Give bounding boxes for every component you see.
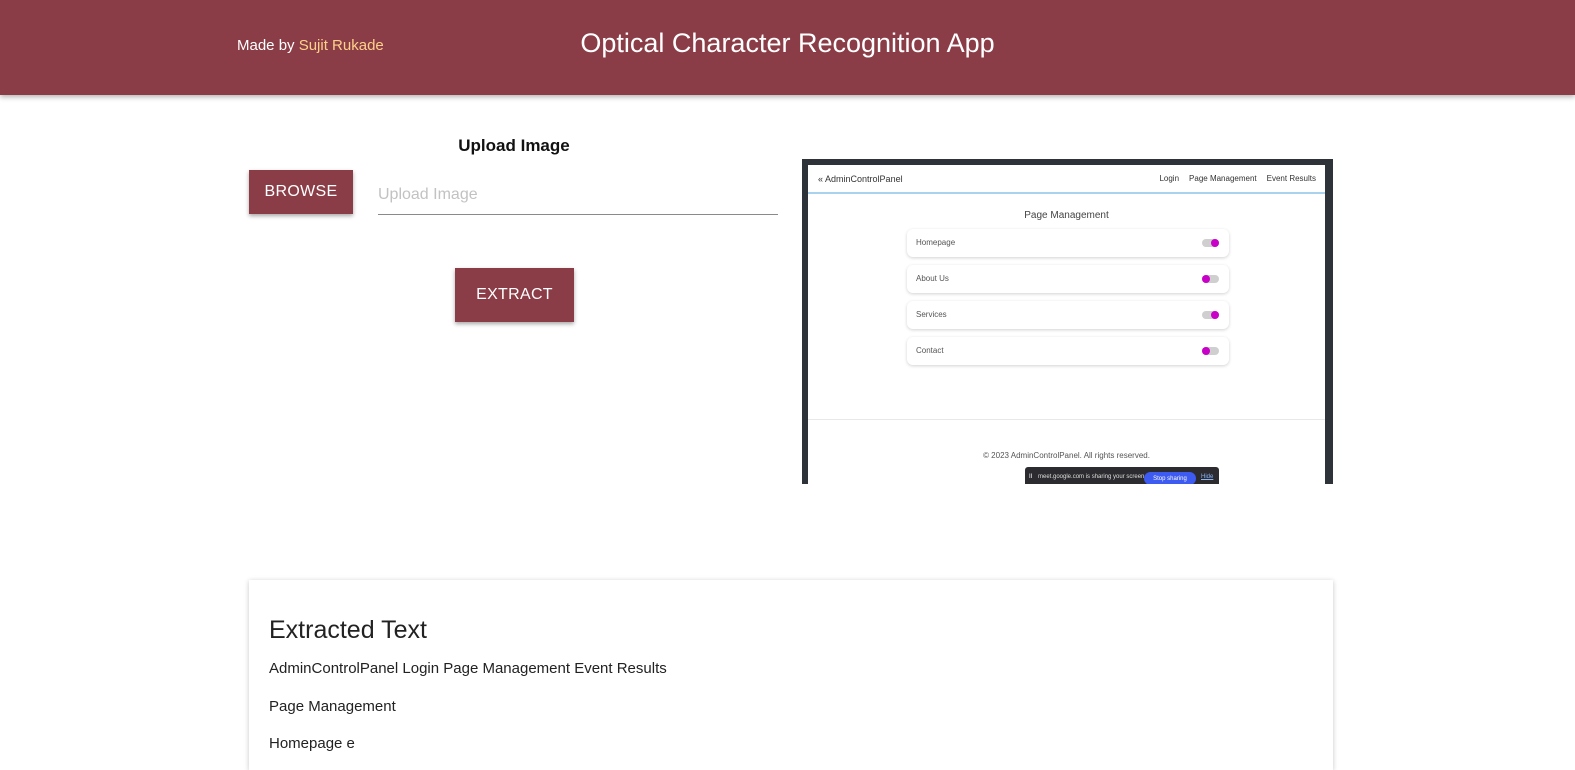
preview-toggle [1202,347,1219,355]
extracted-text-title: Extracted Text [269,616,427,644]
preview-brand: « AdminControlPanel [818,174,903,184]
preview-card-label: Homepage [916,238,956,247]
toggle-knob [1202,275,1210,283]
preview-screenshot: « AdminControlPanel Login Page Managemen… [808,165,1325,484]
extract-button[interactable]: EXTRACT [455,268,574,322]
extracted-text-line: AdminControlPanel Login Page Management … [269,660,667,677]
preview-footer: © 2023 AdminControlPanel. All rights res… [983,451,1150,460]
preview-nav-links: Login Page Management Event Results [1159,174,1316,183]
preview-nav-link: Login [1159,174,1180,183]
preview-nav-link: Event Results [1266,174,1316,183]
toggle-knob [1211,239,1219,247]
share-message: meet.google.com is sharing your screen. [1038,474,1147,480]
app-title: Optical Character Recognition App [580,28,995,58]
preview-card: Services [907,301,1229,329]
stop-sharing-button: Stop sharing [1144,472,1196,484]
preview-card-label: About Us [916,274,949,283]
upload-image-input[interactable] [378,176,778,215]
preview-heading: Page Management [1024,210,1109,221]
preview-card: Contact [907,337,1229,365]
upload-heading: Upload Image [458,136,570,155]
preview-card-label: Contact [916,346,944,355]
preview-card: Homepage [907,229,1229,257]
extracted-text-card: Extracted Text AdminControlPanel Login P… [249,580,1333,770]
uploaded-image-preview: « AdminControlPanel Login Page Managemen… [802,159,1333,484]
preview-back-icon: « [818,174,824,184]
hide-link: Hide [1201,474,1214,480]
preview-share-bar: II meet.google.com is sharing your scree… [1025,467,1219,484]
toggle-knob [1202,347,1210,355]
browse-button[interactable]: BROWSE [249,170,353,214]
preview-card-label: Services [916,310,947,319]
extracted-text-line: Homepage e [269,735,355,752]
preview-navbar: « AdminControlPanel Login Page Managemen… [808,165,1325,194]
preview-toggle [1202,311,1219,319]
pause-icon: II [1029,474,1033,480]
preview-toggle [1202,275,1219,283]
preview-toggle [1202,239,1219,247]
extracted-text-line: Page Management [269,698,396,715]
toggle-knob [1211,311,1219,319]
preview-nav-link: Page Management [1189,174,1257,183]
preview-card: About Us [907,265,1229,293]
preview-divider [808,419,1325,420]
app-header: Made by Sujit Rukade Optical Character R… [0,0,1575,95]
